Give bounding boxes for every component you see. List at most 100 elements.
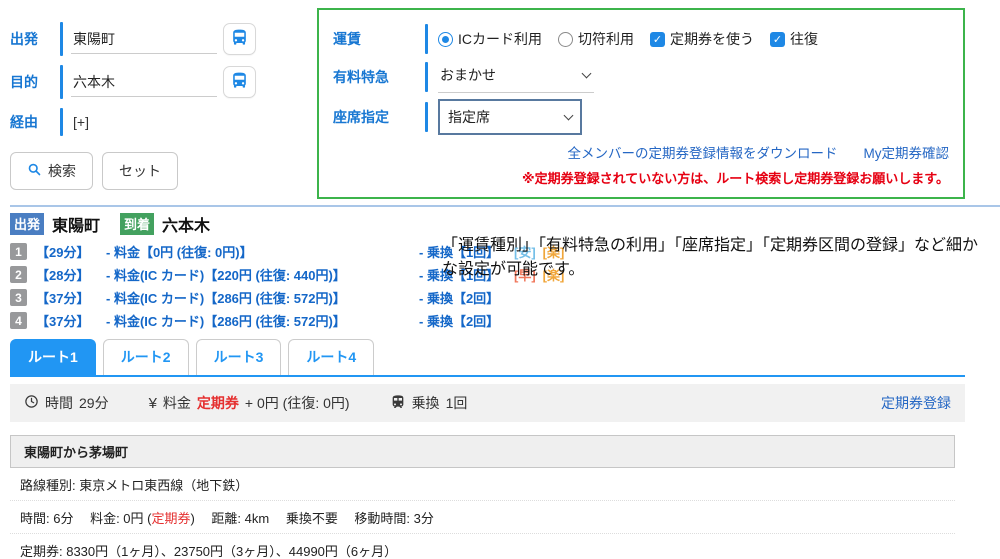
route-tabs: ルート1 ルート2 ルート3 ルート4 <box>10 339 1000 377</box>
checkbox-round-trip[interactable]: ✓ 往復 <box>770 29 818 49</box>
destination-row: 目的 <box>10 65 307 99</box>
set-button[interactable]: セット <box>102 152 178 190</box>
search-button-label: 検索 <box>48 161 76 181</box>
accent-bar <box>425 102 428 132</box>
fare-label: 運賃 <box>333 29 425 49</box>
via-row: 経由 [+] <box>10 108 307 136</box>
accent-bar <box>425 24 428 54</box>
route-list-item-4[interactable]: 4 【37分】 - 料金(IC カード)【286円 (往復: 572円)】 - … <box>10 311 1000 330</box>
row-segment: 定期券: 8330円（1ヶ月）、23750円（3ヶ月）、44990円（6ヶ月） <box>20 544 397 559</box>
bus-icon <box>230 28 249 50</box>
fare-label: 料金 <box>163 393 191 413</box>
checkbox-use-pass-label: 定期券を使う <box>670 29 754 49</box>
fare-type-row: 運賃 ICカード利用 切符利用 ✓ 定期券を使う <box>333 24 951 54</box>
route-number-badge: 4 <box>10 312 27 329</box>
origin-input[interactable] <box>71 25 217 54</box>
yen-icon: ¥ <box>149 395 157 412</box>
route-number-badge: 3 <box>10 289 27 306</box>
leg-detail-row: 時間: 6分 料金: 0円 (定期券) 距離: 4km 乗換不要 移動時間: 3… <box>10 501 955 534</box>
express-select-value: おまかせ <box>440 65 496 85</box>
row-segment: ) 距離: 4km 乗換不要 移動時間: 3分 <box>190 511 433 526</box>
top-area: 出発 目的 経由 <box>10 8 1000 199</box>
pass-register-link[interactable]: 定期券登録 <box>881 393 951 413</box>
route-search-page: 出発 目的 経由 <box>0 0 1000 559</box>
set-button-label: セット <box>119 161 161 181</box>
route-fare: - 料金【0円 (往復: 0円)】 <box>106 242 419 261</box>
accent-bar <box>60 65 63 99</box>
tab-route-4[interactable]: ルート4 <box>288 339 374 375</box>
arrival-station: 六本木 <box>162 212 210 236</box>
seat-select[interactable]: 指定席 <box>438 99 582 135</box>
route-fare: - 料金(IC カード)【286円 (往復: 572円)】 <box>106 288 419 307</box>
accent-bar <box>425 62 428 92</box>
seat-label: 座席指定 <box>333 107 425 127</box>
pass-register-note: ※定期券登録されていない方は、ルート検索し定期券登録お願いします。 <box>333 168 949 187</box>
search-button[interactable]: 検索 <box>10 152 93 190</box>
origin-row: 出発 <box>10 22 307 56</box>
route-fare: - 料金(IC カード)【286円 (往復: 572円)】 <box>106 311 419 330</box>
route-fare: - 料金(IC カード)【220円 (往復: 440円)】 <box>106 265 419 284</box>
checkbox-round-trip-label: 往復 <box>790 29 818 49</box>
express-label: 有料特急 <box>333 67 425 87</box>
origin-bus-button[interactable] <box>223 23 256 55</box>
add-via-button[interactable]: [+] <box>71 110 91 134</box>
route-time: 【37分】 <box>36 288 106 307</box>
pass-links: 全メンバーの定期券登録情報をダウンロード My定期券確認 <box>333 142 949 162</box>
train-icon <box>390 394 406 413</box>
radio-ic-card-label: ICカード利用 <box>458 29 542 49</box>
route-time: 【37分】 <box>36 311 106 330</box>
form-buttons: 検索 セット <box>10 152 307 190</box>
transfer-value: 1回 <box>446 393 468 413</box>
leg-section-title: 東陽町から茅場町 <box>10 435 955 468</box>
search-options-panel: 運賃 ICカード利用 切符利用 ✓ 定期券を使う <box>317 8 965 199</box>
radio-ticket[interactable]: 切符利用 <box>558 29 634 49</box>
radio-ticket-label: 切符利用 <box>578 29 634 49</box>
accent-bar <box>60 22 63 56</box>
feature-annotation-text: 「運賃種別」「有料特急の利用」「座席指定」「定期券区間の登録」など細かな設定が可… <box>442 234 982 282</box>
arrival-badge: 到着 <box>120 213 154 235</box>
destination-bus-button[interactable] <box>223 66 256 98</box>
results-area: 出発 東陽町 到着 六本木 1 【29分】 - 料金【0円 (往復: 0円)】 … <box>10 212 1000 330</box>
results-header: 出発 東陽町 到着 六本木 <box>10 212 1000 236</box>
via-label: 経由 <box>10 112 52 132</box>
tab-route-2[interactable]: ルート2 <box>103 339 189 375</box>
express-select[interactable]: おまかせ <box>438 60 594 93</box>
checkbox-checked-icon: ✓ <box>770 32 785 47</box>
bus-icon <box>230 71 249 93</box>
radio-icon <box>558 32 573 47</box>
divider <box>10 205 1000 207</box>
download-all-pass-link[interactable]: 全メンバーの定期券登録情報をダウンロード <box>568 142 838 162</box>
transfer-label: 乗換 <box>412 393 440 413</box>
route-time: 【28分】 <box>36 265 106 284</box>
route-number-badge: 1 <box>10 243 27 260</box>
tab-route-3[interactable]: ルート3 <box>196 339 282 375</box>
route-time: 【29分】 <box>36 242 106 261</box>
express-row: 有料特急 おまかせ <box>333 60 951 93</box>
origin-label: 出発 <box>10 29 52 49</box>
route-transfer: - 乗換【2回】 <box>419 288 514 307</box>
chevron-down-icon <box>582 69 592 79</box>
departure-badge: 出発 <box>10 213 44 235</box>
radio-ic-card[interactable]: ICカード利用 <box>438 29 542 49</box>
route-list-item-3[interactable]: 3 【37分】 - 料金(IC カード)【286円 (往復: 572円)】 - … <box>10 288 1000 307</box>
fare-pass-highlight: 定期券 <box>197 393 239 413</box>
destination-input[interactable] <box>71 68 217 97</box>
chevron-down-icon <box>564 111 574 121</box>
magnifier-icon <box>27 162 42 180</box>
clock-icon <box>24 394 39 412</box>
checkbox-checked-icon: ✓ <box>650 32 665 47</box>
time-label: 時間 <box>45 393 73 413</box>
my-pass-check-link[interactable]: My定期券確認 <box>864 142 950 162</box>
fare-amount: + 0円 (往復: 0円) <box>245 393 350 413</box>
time-summary: 時間 29分 <box>24 393 109 413</box>
row-segment: 時間: 6分 料金: 0円 ( <box>20 511 151 526</box>
transfer-summary: 乗換 1回 <box>390 393 468 413</box>
route-number-badge: 2 <box>10 266 27 283</box>
station-search-form: 出発 目的 経由 <box>10 8 307 190</box>
row-segment: 路線種別: 東京メトロ東西線（地下鉄） <box>20 478 248 493</box>
tab-route-1[interactable]: ルート1 <box>10 339 96 375</box>
checkbox-use-pass[interactable]: ✓ 定期券を使う <box>650 29 754 49</box>
leg-section-1: 東陽町から茅場町 路線種別: 東京メトロ東西線（地下鉄） 時間: 6分 料金: … <box>10 435 1000 559</box>
leg-detail-row: 路線種別: 東京メトロ東西線（地下鉄） <box>10 468 955 501</box>
row-segment-highlight: 定期券 <box>151 511 190 526</box>
